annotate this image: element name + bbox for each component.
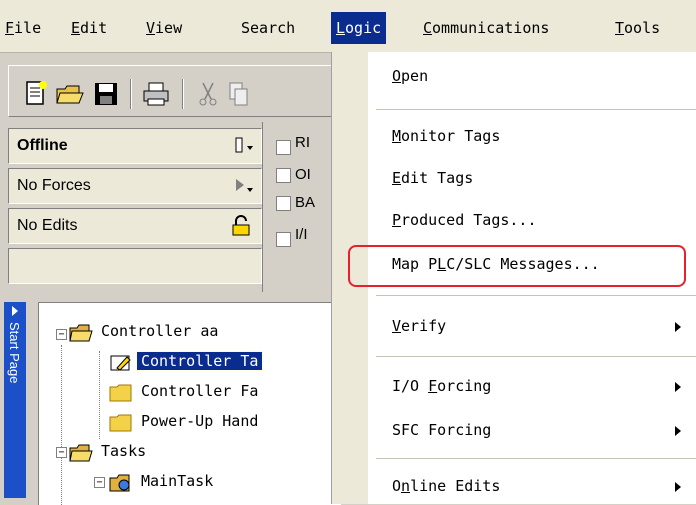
triangle-right-icon <box>12 306 18 316</box>
print-icon[interactable] <box>140 79 172 109</box>
menu-communications[interactable]: Communications <box>418 12 554 44</box>
mode-label: Offline <box>17 137 68 154</box>
menu-separator <box>376 295 696 296</box>
ok-checkbox[interactable] <box>276 168 291 183</box>
tree-line <box>61 345 63 505</box>
task-folder-icon <box>109 473 133 491</box>
tree-item[interactable]: MainTask <box>109 467 217 495</box>
start-page-label: Start Page <box>7 322 22 384</box>
expander-minus[interactable]: − <box>94 477 105 488</box>
open-icon[interactable] <box>54 79 86 109</box>
menu-bar: File Edit View Search Logic Communicatio… <box>0 0 696 53</box>
copy-icon[interactable] <box>222 79 254 109</box>
new-icon[interactable] <box>20 79 52 109</box>
tree-item[interactable]: Tasks <box>69 437 150 465</box>
status-divider <box>262 122 263 292</box>
submenu-arrow-icon <box>675 482 681 492</box>
tree-item-label: Tasks <box>101 442 147 460</box>
toolbar-separator <box>130 79 132 109</box>
menu-separator <box>376 109 696 110</box>
lock-icon <box>231 209 251 243</box>
folder-open-icon <box>69 443 93 461</box>
save-icon[interactable] <box>90 79 122 109</box>
forces-status[interactable]: No Forces <box>8 168 262 204</box>
expander-minus[interactable]: − <box>56 447 67 458</box>
tree-line <box>99 351 101 439</box>
tree-item-label: MainTask <box>141 472 214 490</box>
expander-minus[interactable]: − <box>56 329 67 340</box>
menu-edit[interactable]: Edit <box>66 12 112 44</box>
tag-edit-icon <box>109 353 133 371</box>
tree-item-label: Controller Ta <box>135 351 264 371</box>
menu-view[interactable]: View <box>141 12 187 44</box>
submenu-arrow-icon <box>675 322 681 332</box>
edits-label: No Edits <box>17 217 78 234</box>
tree-item-label: Controller aa <box>101 322 219 340</box>
annotation-highlight-box <box>348 245 686 287</box>
io-checkbox[interactable] <box>276 232 291 247</box>
menu-file[interactable]: File <box>0 12 46 44</box>
menu-separator <box>376 356 696 357</box>
controller-organizer: Start Page − Controller aa Controller Ta… <box>0 294 341 505</box>
tree-item-label: Controller Fa <box>141 382 259 400</box>
menu-tools[interactable]: Tools <box>610 12 665 44</box>
toolbar-separator <box>182 79 184 109</box>
run-checkbox[interactable] <box>276 140 291 155</box>
online-mode-status[interactable]: Offline <box>8 128 262 164</box>
menu-item-edit-tags[interactable]: Edit Tags <box>392 162 473 194</box>
tree-item[interactable]: Controller Fa <box>109 377 262 405</box>
tree-item-label: Power-Up Hand <box>141 412 259 430</box>
menu-search[interactable]: Search <box>236 12 300 44</box>
tree-item[interactable]: Power-Up Hand <box>109 407 262 435</box>
status-empty-row <box>8 248 262 284</box>
tree-item[interactable]: Controller Ta <box>109 347 264 375</box>
menu-item-verify[interactable]: Verify <box>392 310 446 342</box>
edits-status[interactable]: No Edits <box>8 208 262 244</box>
tree-item[interactable]: Controller aa <box>69 317 222 345</box>
io-label: I/І <box>295 226 308 243</box>
submenu-arrow-icon <box>675 382 681 392</box>
mode-dropdown-icon[interactable] <box>233 129 255 163</box>
forces-dropdown-icon[interactable] <box>233 169 255 203</box>
controller-status-panel: Offline No Forces No Edits RI OI BA I/І <box>0 122 340 292</box>
battery-label: BA <box>295 194 316 211</box>
ok-label: OI <box>295 166 311 183</box>
folder-icon <box>109 383 133 401</box>
cut-icon[interactable] <box>192 79 224 109</box>
menu-item-produced-tags[interactable]: Produced Tags... <box>392 204 537 236</box>
menu-item-open-label: pen <box>401 67 429 85</box>
forces-label: No Forces <box>17 177 91 194</box>
folder-icon <box>109 413 133 431</box>
battery-checkbox[interactable] <box>276 196 291 211</box>
folder-open-icon <box>69 323 93 341</box>
start-page-tab[interactable]: Start Page <box>4 302 26 498</box>
menu-item-sfc-forcing[interactable]: SFC Forcing <box>392 414 491 446</box>
menu-logic[interactable]: Logic <box>331 12 387 44</box>
menu-separator <box>376 458 696 459</box>
menu-item-monitor-tags[interactable]: Monitor Tags <box>392 120 500 152</box>
run-label: RI <box>295 134 310 151</box>
menu-item-open[interactable]: Open <box>392 60 428 92</box>
menu-item-io-forcing[interactable]: I/O Forcing <box>392 370 491 402</box>
toolbar <box>0 53 340 123</box>
tree-view: − Controller aa Controller Ta Controller… <box>38 302 341 505</box>
menu-item-online-edits[interactable]: Online Edits <box>392 470 500 502</box>
submenu-arrow-icon <box>675 426 681 436</box>
